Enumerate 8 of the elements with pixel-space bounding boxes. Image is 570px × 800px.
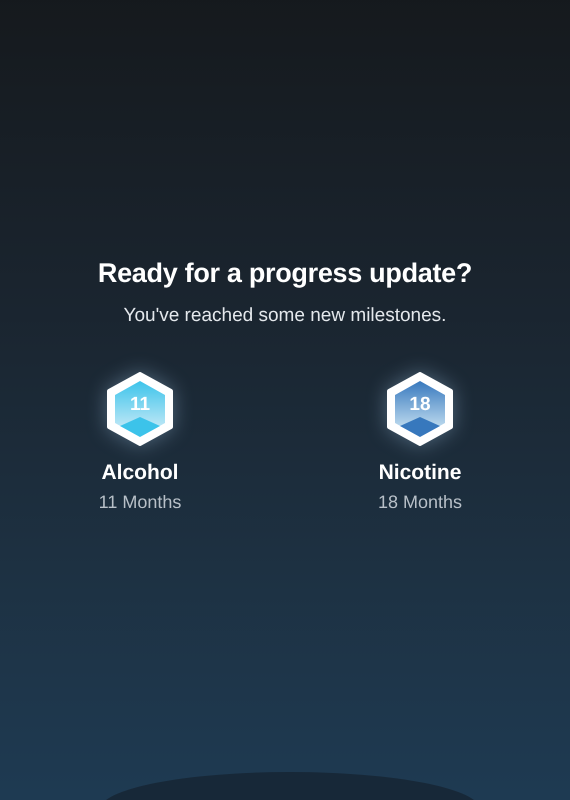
milestone-duration: 18 Months (378, 492, 462, 513)
badge-number: 11 (128, 394, 152, 416)
heading: Ready for a progress update? (98, 258, 472, 289)
milestone-duration: 11 Months (98, 492, 182, 513)
badge-number: 18 (408, 394, 432, 416)
subtitle: You've reached some new milestones. (124, 305, 446, 327)
milestone-name: Nicotine (378, 461, 462, 485)
milestone-name: Alcohol (102, 461, 178, 485)
